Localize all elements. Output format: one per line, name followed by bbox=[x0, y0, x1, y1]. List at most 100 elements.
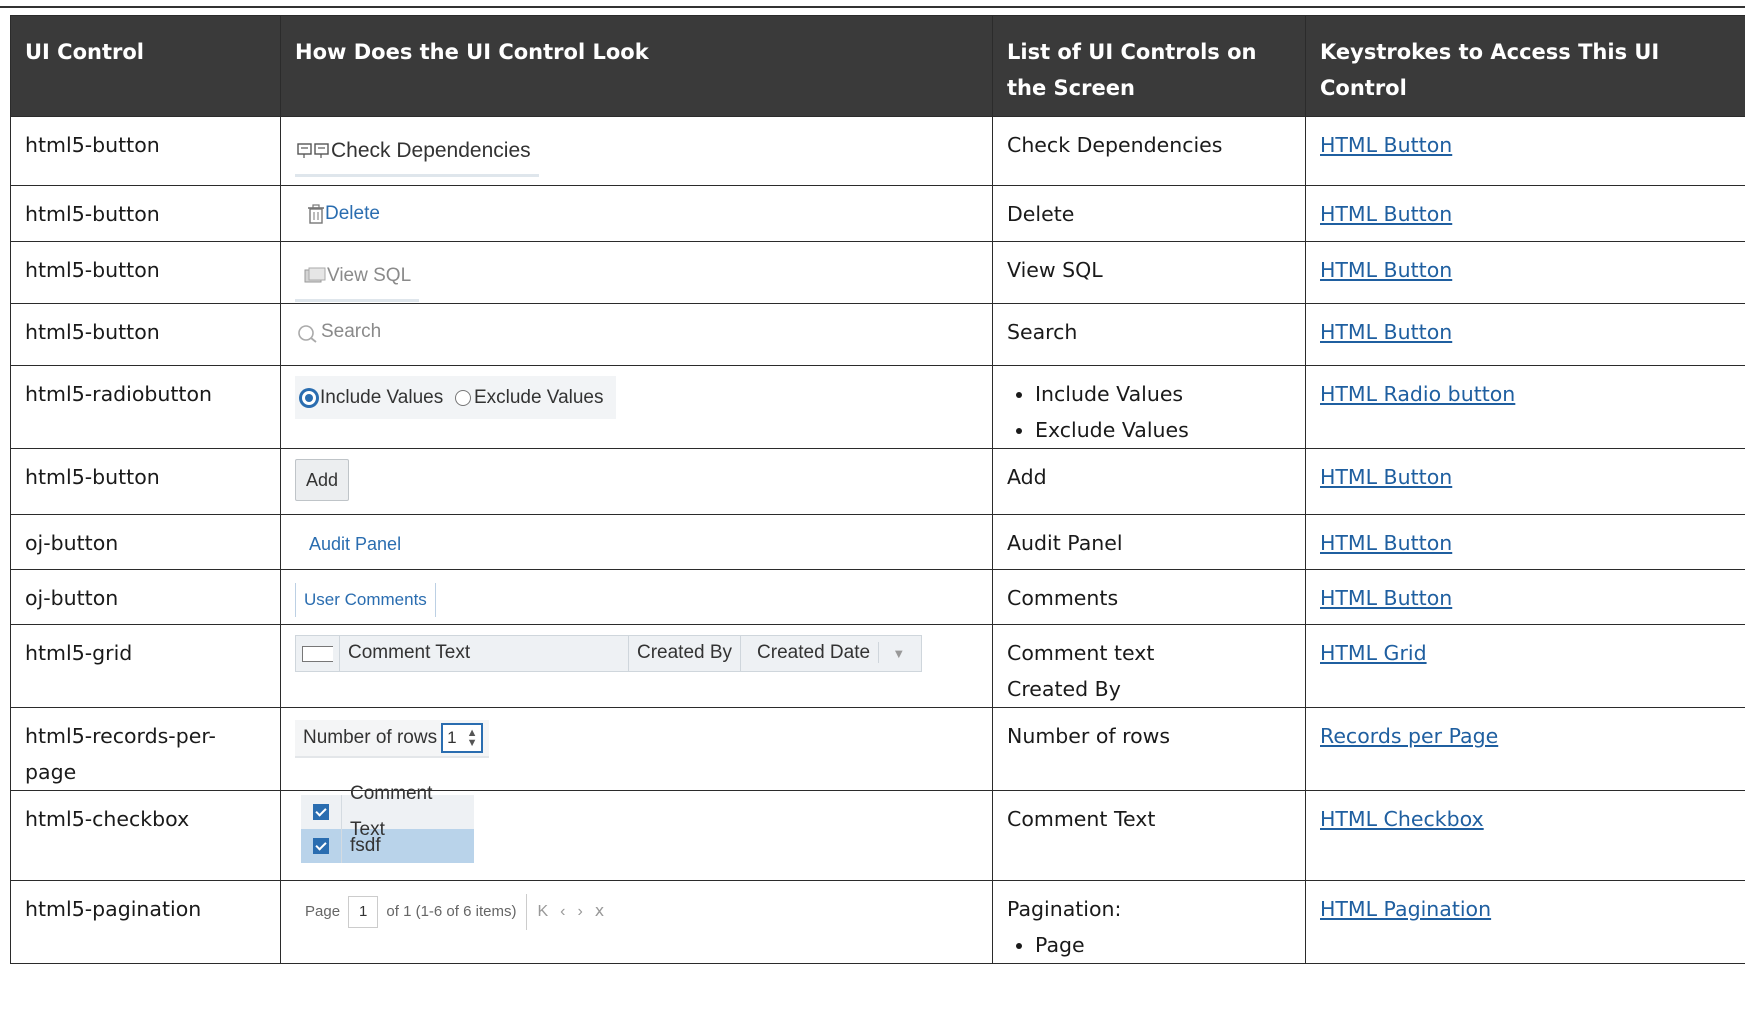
control-name: html5-button bbox=[10, 241, 281, 304]
list-value: Comment Text bbox=[992, 790, 1306, 881]
table-row: html5-button Search Search HTML Button bbox=[10, 303, 1745, 366]
last-page-icon[interactable]: ⅹ bbox=[595, 903, 616, 920]
select-all-checkbox[interactable] bbox=[296, 636, 340, 671]
list-item: Include Values bbox=[1035, 376, 1291, 412]
prev-page-icon[interactable]: ‹ bbox=[560, 903, 577, 920]
check-dependencies-button[interactable]: Check Dependencies bbox=[295, 127, 539, 177]
look-cell: Audit Panel bbox=[280, 514, 993, 570]
keystroke-cell: HTML Grid bbox=[1305, 624, 1745, 708]
keystroke-cell: HTML Button bbox=[1305, 569, 1745, 625]
html-radio-button-link[interactable]: HTML Radio button bbox=[1320, 382, 1515, 406]
header-ui-control: UI Control bbox=[10, 15, 281, 117]
trash-icon bbox=[308, 204, 324, 224]
search-label: Search bbox=[321, 321, 382, 342]
stepper-arrows-icon[interactable]: ▲ ▼ bbox=[467, 728, 478, 749]
keystroke-cell: HTML Button bbox=[1305, 448, 1745, 515]
row-checkbox[interactable] bbox=[313, 838, 329, 854]
html-grid-link[interactable]: HTML Grid bbox=[1320, 641, 1427, 665]
page-input[interactable]: 1 bbox=[348, 896, 379, 928]
html-button-link[interactable]: HTML Button bbox=[1320, 202, 1452, 226]
look-cell: Page 1 of 1 (1-6 of 6 items) K‹›ⅹ bbox=[280, 880, 993, 964]
top-rule bbox=[0, 6, 1745, 8]
ui-controls-table: UI Control How Does the UI Control Look … bbox=[10, 15, 1745, 964]
view-sql-label: View SQL bbox=[327, 265, 412, 286]
created-date-label: Created Date bbox=[749, 642, 880, 663]
pagination-control: Page 1 of 1 (1-6 of 6 items) K‹›ⅹ bbox=[295, 894, 616, 930]
list-value: Check Dependencies bbox=[992, 116, 1306, 186]
look-cell: Comment Text fsdf bbox=[280, 783, 993, 881]
table-row: html5-button Delete Delete HTML Button bbox=[10, 185, 1745, 242]
list-value: Add bbox=[992, 448, 1306, 515]
html-checkbox-link[interactable]: HTML Checkbox bbox=[1320, 807, 1484, 831]
grid-column-created-by[interactable]: Created By bbox=[629, 636, 742, 671]
list-value: Audit Panel bbox=[992, 514, 1306, 570]
control-name: html5-button bbox=[10, 116, 281, 186]
dependencies-icon bbox=[297, 143, 329, 158]
html-button-link[interactable]: HTML Button bbox=[1320, 586, 1452, 610]
user-comments-button[interactable]: User Comments bbox=[295, 583, 436, 617]
grid-column-comment-text[interactable]: Comment Text bbox=[340, 636, 629, 671]
include-values-radio[interactable] bbox=[301, 389, 317, 406]
list-value: Number of rows bbox=[992, 707, 1306, 791]
grid-column-created-date[interactable]: Created Date ▼ bbox=[741, 636, 921, 671]
radio-group: Include Values Exclude Values bbox=[295, 376, 616, 419]
html-button-link[interactable]: HTML Button bbox=[1320, 133, 1452, 157]
add-button[interactable]: Add bbox=[295, 459, 350, 501]
checkbox-grid-header: Comment Text bbox=[301, 783, 474, 840]
html-button-link[interactable]: HTML Button bbox=[1320, 258, 1452, 282]
audit-panel-button[interactable]: Audit Panel bbox=[295, 534, 401, 554]
pagination-nav: K‹›ⅹ bbox=[526, 894, 616, 930]
checkbox-grid-row[interactable]: fsdf bbox=[301, 829, 474, 863]
html-button-link[interactable]: HTML Button bbox=[1320, 531, 1452, 555]
check-dependencies-label: Check Dependencies bbox=[331, 139, 531, 162]
control-name: html5-pagination bbox=[10, 880, 281, 964]
search-button[interactable]: Search bbox=[295, 314, 381, 350]
look-cell: View SQL bbox=[280, 241, 993, 304]
search-icon bbox=[298, 325, 317, 343]
keystroke-cell: HTML Radio button bbox=[1305, 365, 1745, 449]
list-value: Comment text Created By bbox=[992, 624, 1306, 708]
look-cell: User Comments bbox=[280, 569, 993, 625]
keystroke-cell: HTML Button bbox=[1305, 303, 1745, 366]
next-page-icon[interactable]: › bbox=[577, 903, 594, 920]
table-row: html5-checkbox Comment Text fsdf Comment… bbox=[10, 783, 1745, 881]
rows-stepper[interactable]: 1 ▲ ▼ bbox=[441, 723, 484, 753]
view-sql-button[interactable]: View SQL bbox=[295, 252, 420, 302]
list-value: Pagination: Page bbox=[992, 880, 1306, 964]
look-cell: Include Values Exclude Values bbox=[280, 365, 993, 449]
list-value: View SQL bbox=[992, 241, 1306, 304]
table-row: html5-grid Comment Text Created By Creat… bbox=[10, 624, 1745, 708]
table-row: html5-records-per-page Number of rows 1 … bbox=[10, 707, 1745, 791]
checkbox-box bbox=[302, 645, 333, 662]
html-button-link[interactable]: HTML Button bbox=[1320, 465, 1452, 489]
keystroke-cell: HTML Pagination bbox=[1305, 880, 1745, 964]
header-checkbox[interactable] bbox=[313, 804, 329, 820]
control-name: html5-radiobutton bbox=[10, 365, 281, 449]
sql-icon bbox=[304, 267, 326, 283]
first-page-icon[interactable]: K bbox=[537, 903, 560, 920]
keystroke-cell: HTML Button bbox=[1305, 514, 1745, 570]
page-label: Page bbox=[305, 903, 341, 920]
pagination-title: Pagination: bbox=[1007, 897, 1122, 921]
look-cell: Comment Text Created By Created Date ▼ bbox=[280, 624, 993, 708]
exclude-values-radio[interactable] bbox=[454, 389, 471, 406]
keystroke-cell: HTML Button bbox=[1305, 241, 1745, 304]
records-per-page-control: Number of rows 1 ▲ ▼ bbox=[295, 720, 490, 758]
html-pagination-link[interactable]: HTML Pagination bbox=[1320, 897, 1491, 921]
control-name: html5-grid bbox=[10, 624, 281, 708]
keystroke-cell: Records per Page bbox=[1305, 707, 1745, 791]
number-of-rows-label: Number of rows bbox=[303, 727, 438, 748]
list-item: Page bbox=[1035, 927, 1291, 963]
list-value: Search bbox=[992, 303, 1306, 366]
look-cell: Check Dependencies bbox=[280, 116, 993, 186]
records-per-page-link[interactable]: Records per Page bbox=[1320, 724, 1498, 748]
control-name: html5-button bbox=[10, 448, 281, 515]
delete-button[interactable]: Delete bbox=[295, 196, 380, 232]
checkbox-row-label: fsdf bbox=[350, 835, 381, 856]
list-line: Created By bbox=[1007, 677, 1121, 701]
list-value: Delete bbox=[992, 185, 1306, 242]
header-list-controls: List of UI Controls on the Screen bbox=[992, 15, 1306, 117]
html-button-link[interactable]: HTML Button bbox=[1320, 320, 1452, 344]
control-name: oj-button bbox=[10, 514, 281, 570]
control-name: html5-button bbox=[10, 185, 281, 242]
